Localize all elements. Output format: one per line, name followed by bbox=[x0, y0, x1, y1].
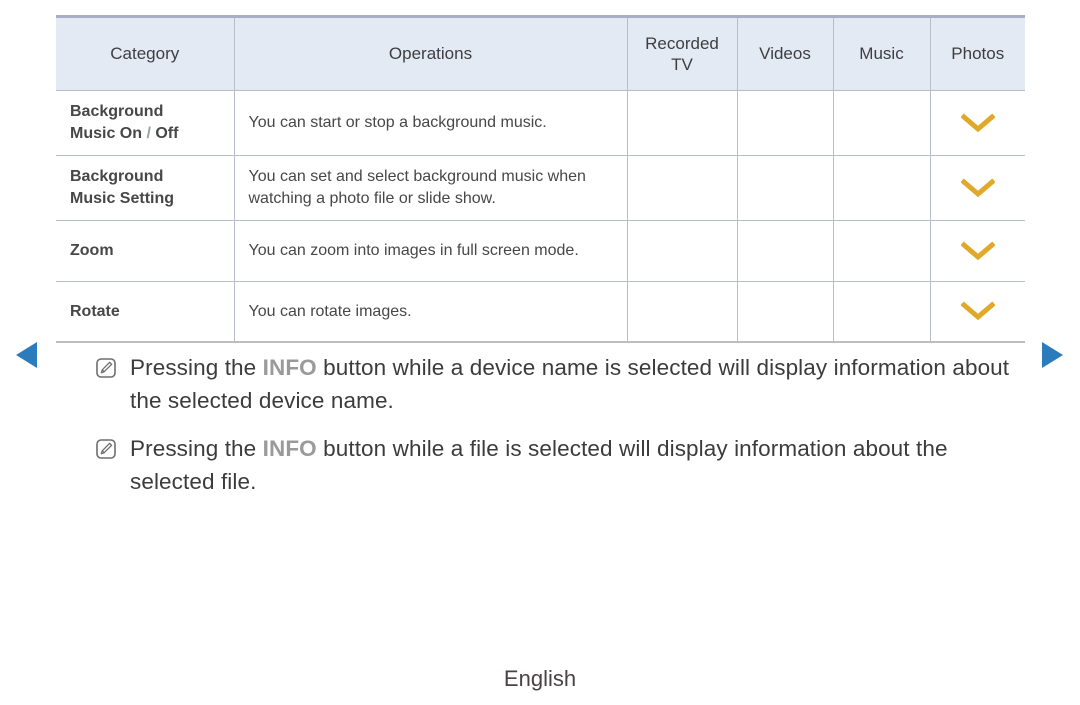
category-separator: / bbox=[142, 125, 156, 143]
category-line-1: Rotate bbox=[70, 302, 120, 320]
row-category-cell: Rotate bbox=[56, 281, 234, 343]
category-line-2a: Music On bbox=[70, 125, 143, 143]
category-line-2a: Music Setting bbox=[70, 190, 175, 208]
table-header: Category Operations Recorded TV Videos M… bbox=[56, 15, 1025, 91]
column-header-operations: Operations bbox=[233, 15, 627, 91]
row-category-cell: Background Music Setting bbox=[56, 155, 234, 222]
row-operations-cell: You can set and select background music … bbox=[233, 155, 627, 222]
note-text: Pressing the INFO button while a file is… bbox=[130, 433, 1026, 498]
chevron-down-icon bbox=[960, 178, 996, 198]
note-text-before: Pressing the bbox=[130, 436, 263, 462]
table-body: Background Music On / Off You can start … bbox=[56, 90, 1025, 343]
row-photos-cell bbox=[929, 281, 1025, 343]
row-photos-cell bbox=[929, 155, 1025, 222]
table-row: Rotate You can rotate images. bbox=[56, 281, 1025, 343]
column-header-category: Category bbox=[56, 15, 234, 91]
note-keyword: INFO bbox=[262, 436, 317, 462]
row-videos-cell bbox=[736, 155, 833, 222]
row-category-cell: Zoom bbox=[56, 220, 234, 283]
footer-language-label: English bbox=[503, 666, 577, 691]
table-header-row: Category Operations Recorded TV Videos M… bbox=[56, 15, 1025, 91]
chevron-down-icon bbox=[960, 241, 996, 261]
chevron-down-icon bbox=[960, 301, 996, 321]
chevron-down-icon bbox=[960, 113, 996, 133]
note-item: Pressing the INFO button while a device … bbox=[96, 352, 1026, 417]
column-header-music: Music bbox=[832, 15, 930, 91]
note-text-before: Pressing the bbox=[130, 355, 263, 380]
category-line-1: Background bbox=[70, 168, 164, 186]
row-operations-cell: You can rotate images. bbox=[233, 281, 627, 343]
row-operations-cell: You can start or stop a background music… bbox=[233, 90, 627, 157]
note-keyword: INFO bbox=[262, 355, 317, 380]
operations-table: Category Operations Recorded TV Videos M… bbox=[56, 15, 1025, 343]
column-header-photos: Photos bbox=[929, 15, 1025, 91]
row-photos-cell bbox=[929, 220, 1025, 283]
triangle-left-icon bbox=[14, 342, 40, 374]
previous-page-button[interactable] bbox=[14, 340, 40, 370]
next-page-button[interactable] bbox=[1039, 340, 1065, 370]
row-videos-cell bbox=[736, 281, 833, 343]
column-header-recorded-tv: Recorded TV bbox=[626, 15, 737, 91]
row-music-cell bbox=[832, 155, 930, 222]
row-videos-cell bbox=[736, 220, 833, 283]
category-line-2b: Off bbox=[155, 125, 179, 143]
note-text: Pressing the INFO button while a device … bbox=[130, 352, 1026, 417]
operations-table-container: Category Operations Recorded TV Videos M… bbox=[56, 15, 1025, 343]
note-item: Pressing the INFO button while a file is… bbox=[96, 433, 1026, 498]
table-row: Zoom You can zoom into images in full sc… bbox=[56, 220, 1025, 283]
category-line-1: Zoom bbox=[70, 242, 114, 260]
row-music-cell bbox=[832, 220, 930, 283]
triangle-right-icon bbox=[1039, 342, 1065, 374]
row-recorded-tv-cell bbox=[626, 281, 737, 343]
notes-section: Pressing the INFO button while a device … bbox=[96, 352, 1026, 515]
note-pencil-icon bbox=[96, 439, 116, 460]
row-recorded-tv-cell bbox=[626, 220, 737, 283]
row-recorded-tv-cell bbox=[626, 90, 737, 157]
row-recorded-tv-cell bbox=[626, 155, 737, 222]
note-pencil-icon bbox=[96, 358, 116, 378]
row-operations-cell: You can zoom into images in full screen … bbox=[233, 220, 627, 283]
column-header-videos: Videos bbox=[736, 15, 833, 91]
row-music-cell bbox=[832, 90, 930, 157]
table-row: Background Music Setting You can set and… bbox=[56, 155, 1025, 222]
row-category-cell: Background Music On / Off bbox=[56, 90, 234, 157]
row-photos-cell bbox=[929, 90, 1025, 157]
category-line-1: Background bbox=[70, 103, 164, 120]
row-music-cell bbox=[832, 281, 930, 343]
table-row: Background Music On / Off You can start … bbox=[56, 90, 1025, 157]
row-videos-cell bbox=[736, 90, 833, 157]
